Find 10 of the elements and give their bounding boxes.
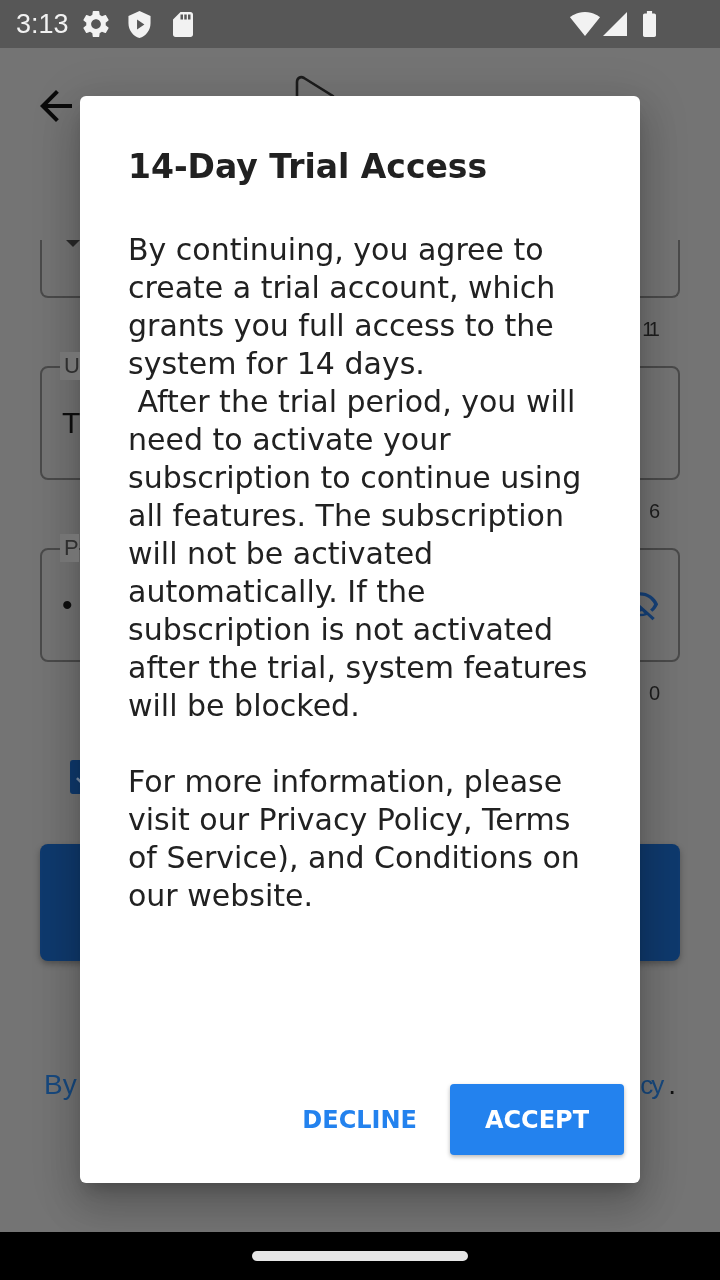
dialog-body: By continuing, you agree to create a trial account, which grants you full access to the system for 14 days. After the trial period, you will need to activate your subscription to continue using all features. The subscription will not be activated automatically. If the subscription is not activated after the trial, system features will be blocked. For more information, please visit our Privacy Policy, Terms of Service), and Conditions on our website. — [128, 231, 589, 915]
field-value: T — [62, 405, 81, 441]
character-counter: 11 — [642, 317, 659, 342]
dialog-title: 14-Day Trial Access — [128, 147, 489, 187]
punctuation-text: . — [668, 1068, 676, 1102]
agreement-text: By — [44, 1068, 77, 1102]
character-counter: 0 — [648, 681, 659, 706]
character-counter: 6 — [648, 499, 659, 524]
status-time: 3:13 — [16, 8, 69, 40]
masked-password: • — [62, 587, 73, 623]
